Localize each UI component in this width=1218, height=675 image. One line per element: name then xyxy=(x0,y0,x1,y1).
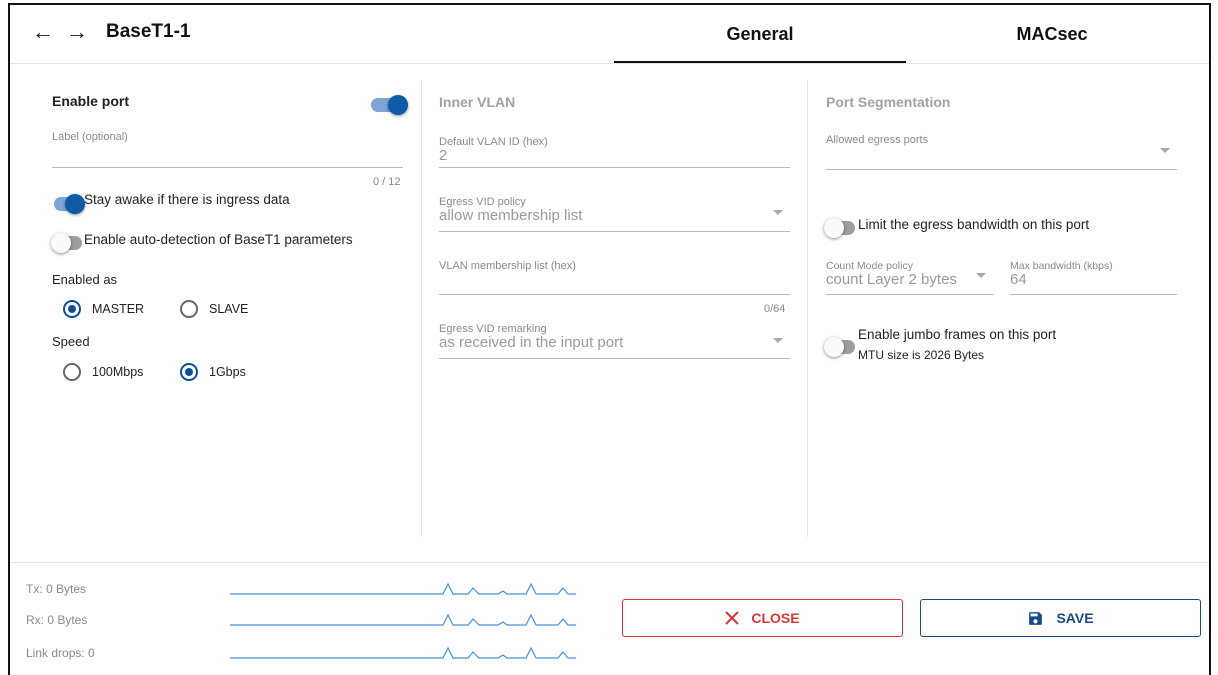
count-mode-underline xyxy=(826,294,994,295)
max-bandwidth-input[interactable]: 64 xyxy=(1010,271,1027,288)
inner-vlan-title: Inner VLAN xyxy=(439,94,516,110)
limit-bandwidth-toggle[interactable] xyxy=(824,218,855,238)
count-mode-select[interactable]: count Layer 2 bytes xyxy=(826,271,957,288)
tab-general[interactable]: General xyxy=(614,5,906,63)
membership-list-counter: 0/64 xyxy=(764,303,786,315)
port-config-dialog: ← → BaseT1-1 General MACsec Enable port … xyxy=(8,3,1211,675)
port-segmentation-title: Port Segmentation xyxy=(826,94,951,110)
save-icon xyxy=(1029,611,1043,625)
allowed-egress-label: Allowed egress ports xyxy=(826,134,929,146)
enable-port-label: Enable port xyxy=(52,93,130,109)
radio-100mbps-label: 100Mbps xyxy=(92,365,144,379)
membership-list-label: VLAN membership list (hex) xyxy=(439,260,576,272)
close-button[interactable]: CLOSE xyxy=(622,599,903,637)
rx-sparkline xyxy=(230,613,576,626)
radio-100mbps[interactable] xyxy=(63,363,81,381)
egress-vid-policy-select[interactable]: allow membership list xyxy=(439,207,582,224)
dialog-header: ← → BaseT1-1 General MACsec xyxy=(10,5,1209,64)
column-divider xyxy=(807,80,808,537)
default-vlan-underline xyxy=(439,167,790,168)
link-drops-stat: Link drops: 0 xyxy=(26,646,95,660)
chevron-down-icon[interactable] xyxy=(976,273,986,278)
egress-vid-remarking-select[interactable]: as received in the input port xyxy=(439,334,623,351)
chevron-down-icon[interactable] xyxy=(1160,148,1170,153)
page-title: BaseT1-1 xyxy=(106,21,191,42)
auto-detect-label: Enable auto-detection of BaseT1 paramete… xyxy=(84,232,353,247)
auto-detect-toggle[interactable] xyxy=(51,233,82,253)
limit-bandwidth-label: Limit the egress bandwidth on this port xyxy=(858,217,1090,232)
jumbo-frames-toggle[interactable] xyxy=(824,337,855,357)
link-drops-sparkline xyxy=(230,646,576,659)
label-field-underline xyxy=(52,167,403,168)
tab-macsec[interactable]: MACsec xyxy=(906,5,1198,63)
egress-vid-remarking-underline xyxy=(439,358,790,359)
membership-list-underline xyxy=(439,294,790,295)
stay-awake-label: Stay awake if there is ingress data xyxy=(84,192,290,207)
mtu-size-label: MTU size is 2026 Bytes xyxy=(858,348,985,362)
radio-slave-label: SLAVE xyxy=(209,302,249,316)
forward-arrow-icon[interactable]: → xyxy=(66,19,88,45)
max-bandwidth-underline xyxy=(1010,294,1177,295)
stay-awake-toggle[interactable] xyxy=(54,194,85,214)
radio-1gbps[interactable] xyxy=(180,363,198,381)
rx-stat: Rx: 0 Bytes xyxy=(26,613,88,627)
enable-port-toggle[interactable] xyxy=(371,95,408,115)
tx-sparkline xyxy=(230,582,576,595)
membership-list-input[interactable] xyxy=(439,273,793,293)
label-field-label: Label (optional) xyxy=(52,131,128,143)
default-vlan-input[interactable]: 2 xyxy=(439,147,447,164)
speed-label: Speed xyxy=(52,334,90,349)
jumbo-frames-label: Enable jumbo frames on this port xyxy=(858,327,1057,342)
tx-stat: Tx: 0 Bytes xyxy=(26,582,87,596)
save-button[interactable]: SAVE xyxy=(920,599,1201,637)
footer-divider xyxy=(10,562,1209,563)
radio-1gbps-label: 1Gbps xyxy=(209,365,246,379)
egress-vid-policy-underline xyxy=(439,231,790,232)
radio-master[interactable] xyxy=(63,300,81,318)
close-button-label: CLOSE xyxy=(751,610,800,626)
close-icon xyxy=(725,611,740,625)
save-button-label: SAVE xyxy=(1056,610,1094,626)
allowed-egress-underline xyxy=(826,169,1177,170)
default-vlan-label: Default VLAN ID (hex) xyxy=(439,136,548,148)
back-arrow-icon[interactable]: ← xyxy=(32,19,54,45)
column-divider xyxy=(421,80,422,537)
radio-master-label: MASTER xyxy=(92,302,145,316)
label-char-counter: 0 / 12 xyxy=(373,176,401,188)
radio-slave[interactable] xyxy=(180,300,198,318)
label-input[interactable] xyxy=(52,147,406,167)
enabled-as-label: Enabled as xyxy=(52,272,118,287)
chevron-down-icon[interactable] xyxy=(773,338,783,343)
chevron-down-icon[interactable] xyxy=(773,210,783,215)
